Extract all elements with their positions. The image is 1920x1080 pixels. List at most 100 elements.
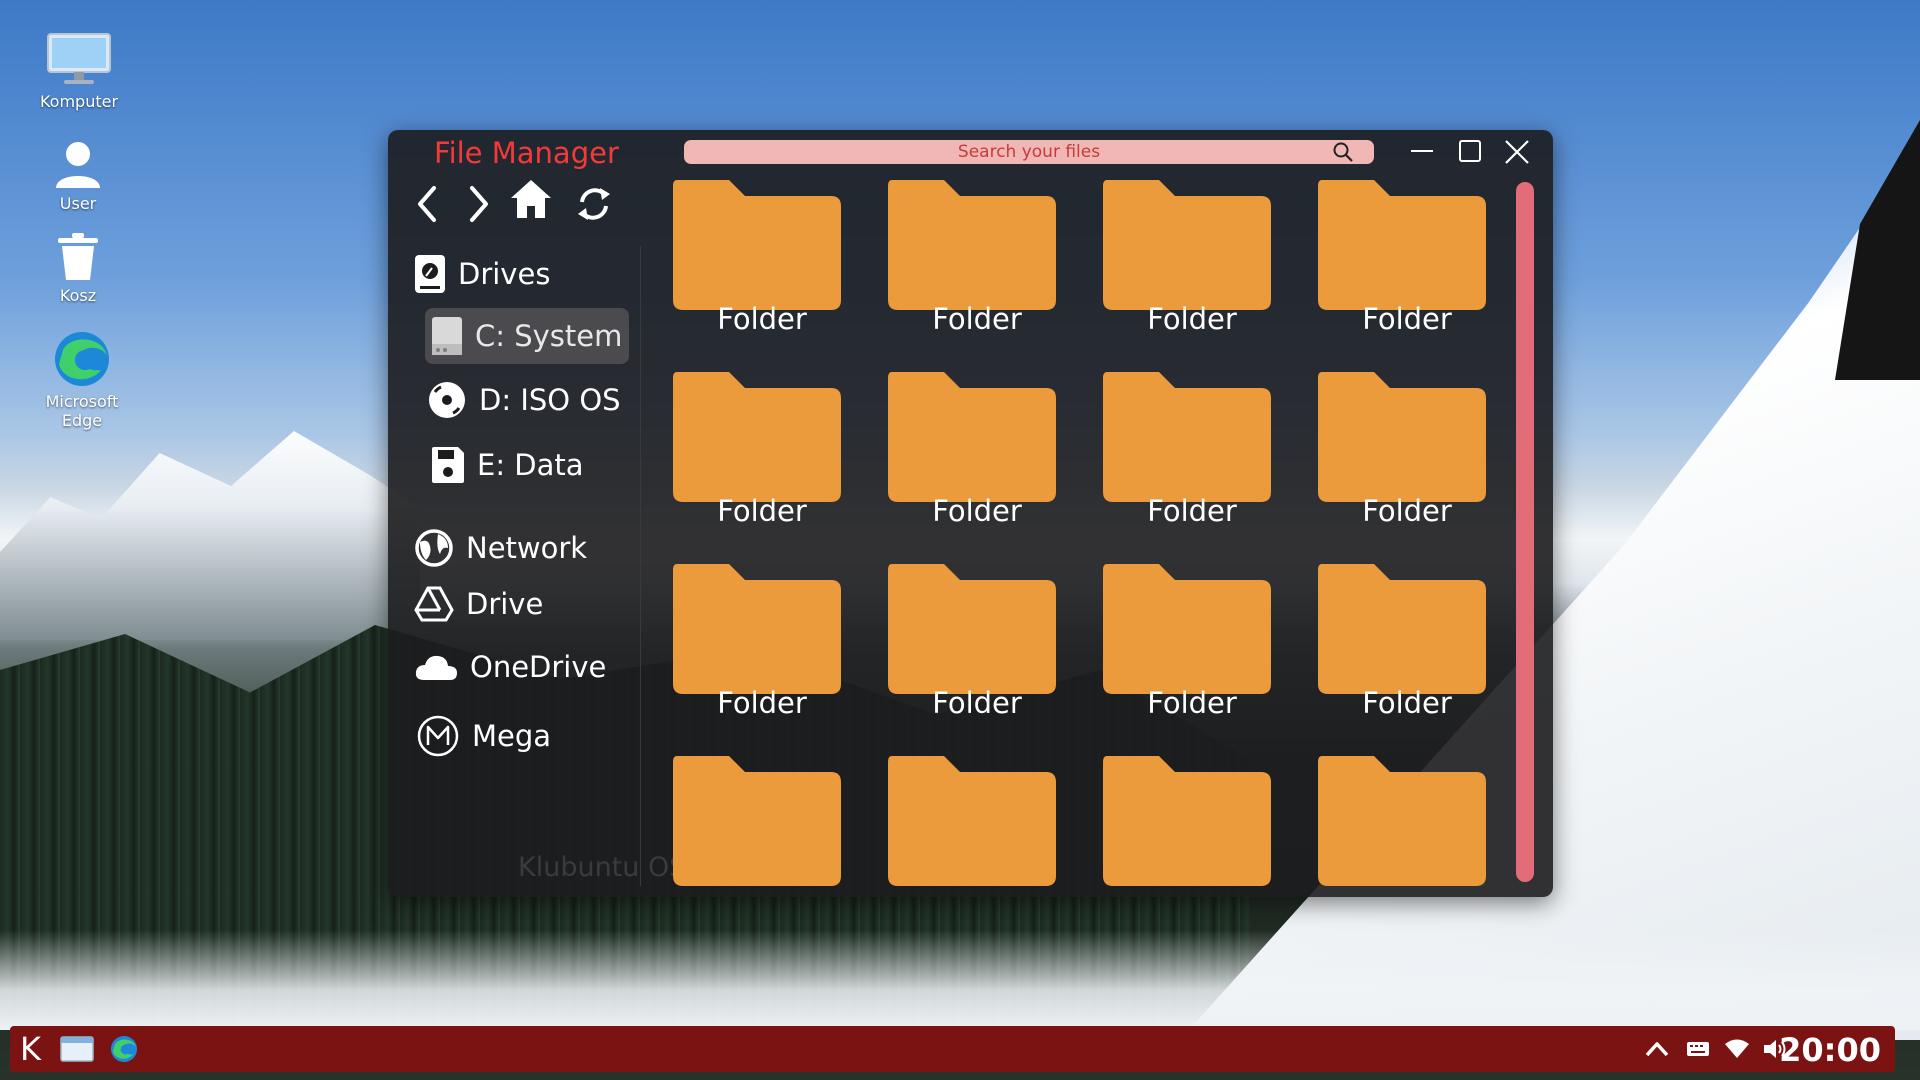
desktop-icon-label: Microsoft Edge: [45, 392, 119, 430]
google-drive-icon: [414, 586, 454, 622]
folder-icon: [1318, 564, 1486, 694]
folder-item[interactable]: Folder: [1101, 562, 1273, 720]
search-icon[interactable]: [1332, 141, 1354, 163]
sidebar-item-drives[interactable]: Drives: [414, 254, 550, 294]
folder-label: Folder: [717, 686, 807, 720]
desktop-icon-user[interactable]: User: [23, 140, 133, 213]
sidebar-item-onedrive[interactable]: OneDrive: [414, 650, 606, 684]
mega-icon: [417, 715, 459, 757]
folder-icon: [1103, 372, 1271, 502]
folder-item[interactable]: Folder: [1101, 178, 1273, 336]
wifi-icon: [1725, 1039, 1749, 1058]
folder-icon: [1103, 756, 1271, 886]
folder-icon: [673, 180, 841, 310]
folder-item[interactable]: Folder: [1316, 562, 1488, 720]
folder-item[interactable]: [1101, 754, 1273, 890]
folder-label: Folder: [1147, 302, 1237, 336]
taskbar-edge[interactable]: [110, 1026, 138, 1072]
sidebar-item-label: Drives: [458, 257, 551, 291]
folder-label: Folder: [1362, 686, 1452, 720]
tray-expand[interactable]: [1644, 1026, 1670, 1072]
folder-label: Folder: [717, 302, 807, 336]
folder-icon: [1318, 756, 1486, 886]
disc-icon: [429, 382, 465, 418]
sidebar-item-label: Mega: [472, 719, 552, 753]
folder-item[interactable]: Folder: [671, 370, 843, 528]
folder-label: Folder: [932, 686, 1022, 720]
folder-icon: [1103, 180, 1271, 310]
minimize-icon[interactable]: [1407, 136, 1437, 166]
folder-icon: [673, 564, 841, 694]
sidebar-item-d-iso[interactable]: D: ISO OS: [427, 380, 621, 420]
sidebar-item-label: E: Data: [477, 448, 584, 482]
scrollbar[interactable]: [1516, 182, 1534, 882]
folder-label: Folder: [1362, 494, 1452, 528]
edge-icon: [110, 1035, 138, 1063]
folder-item[interactable]: Folder: [886, 370, 1058, 528]
desktop-icon-trash[interactable]: Kosz: [23, 232, 133, 305]
sidebar-item-mega[interactable]: Mega: [416, 714, 551, 758]
sidebar-item-network[interactable]: Network: [414, 528, 587, 568]
tray-network[interactable]: [1724, 1026, 1750, 1072]
folder-icon: [888, 180, 1056, 310]
folder-icon: [888, 564, 1056, 694]
sidebar-item-e-data[interactable]: E: Data: [431, 446, 584, 484]
clock[interactable]: 20:00: [1779, 1031, 1881, 1069]
folder-icon: [673, 372, 841, 502]
sidebar-item-label: Network: [466, 531, 588, 565]
folder-icon: [1318, 180, 1486, 310]
folder-icon: [1318, 372, 1486, 502]
folder-item[interactable]: Folder: [671, 178, 843, 336]
desktop-icon-label: Kosz: [59, 286, 97, 305]
desktop-icon-computer[interactable]: Komputer: [24, 32, 134, 111]
tray-keyboard[interactable]: [1686, 1026, 1710, 1072]
folder-label: Folder: [932, 302, 1022, 336]
search-placeholder: Search your files: [957, 142, 1101, 162]
computer-icon: [47, 33, 111, 84]
sidebar-item-label: OneDrive: [470, 650, 607, 684]
chevron-up-icon: [1645, 1042, 1669, 1057]
folder-icon: [673, 756, 841, 886]
taskbar-file-manager[interactable]: [60, 1026, 94, 1072]
window-title: File Manager: [434, 136, 619, 170]
drive-icon: [432, 317, 462, 355]
cloud-icon: [415, 655, 457, 680]
sidebar-item-drive[interactable]: Drive: [414, 586, 543, 622]
start-button[interactable]: K: [20, 1026, 41, 1072]
folder-item[interactable]: Folder: [886, 178, 1058, 336]
search-input[interactable]: Search your files: [684, 140, 1374, 164]
folder-icon: [1103, 564, 1271, 694]
folder-label: Folder: [1147, 494, 1237, 528]
floppy-icon: [432, 447, 464, 483]
user-icon: [56, 142, 100, 188]
wallpaper-mountain: [0, 431, 420, 640]
folder-item[interactable]: Folder: [671, 562, 843, 720]
trash-icon: [58, 233, 98, 280]
folder-item[interactable]: [1316, 754, 1488, 890]
hard-drive-icon: [415, 255, 445, 293]
folder-item[interactable]: Folder: [1101, 370, 1273, 528]
sidebar-item-label: Drive: [466, 587, 544, 621]
folder-label: Folder: [1147, 686, 1237, 720]
maximize-icon[interactable]: [1455, 136, 1485, 166]
keyboard-icon: [1687, 1042, 1709, 1056]
wallpaper-snow-floor: [0, 930, 1920, 1030]
home-icon[interactable]: [508, 176, 554, 222]
sidebar-divider: [640, 246, 641, 886]
refresh-icon[interactable]: [574, 184, 614, 224]
folder-item[interactable]: [886, 754, 1058, 890]
folder-label: Folder: [1362, 302, 1452, 336]
folder-item[interactable]: Folder: [886, 562, 1058, 720]
folder-item[interactable]: Folder: [1316, 178, 1488, 336]
desktop-icon-label: Komputer: [39, 92, 119, 111]
folder-item[interactable]: Folder: [1316, 370, 1488, 528]
edge-icon: [55, 332, 109, 386]
back-icon[interactable]: [412, 182, 442, 226]
desktop-icon-edge[interactable]: Microsoft Edge: [27, 330, 137, 430]
sidebar-item-c-system[interactable]: C: System: [425, 308, 629, 364]
sidebar-item-label: D: ISO OS: [479, 383, 621, 417]
forward-icon[interactable]: [464, 182, 494, 226]
close-icon[interactable]: [1501, 136, 1533, 168]
folder-item[interactable]: [671, 754, 843, 890]
folder-icon: [888, 372, 1056, 502]
